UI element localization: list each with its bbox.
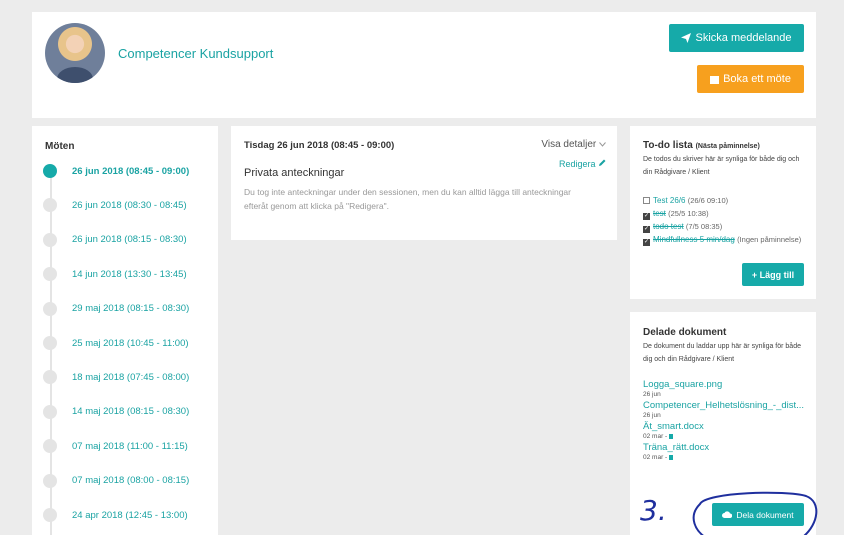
todo-description: De todos du skriver här är synliga för b… xyxy=(643,156,800,176)
chevron-down-icon xyxy=(599,142,606,147)
timeline-dot-icon xyxy=(43,164,57,178)
checkbox-checked-icon[interactable]: ✓ xyxy=(643,226,650,233)
meeting-item[interactable]: 25 maj 2018 (10:45 - 11:00) xyxy=(43,335,189,351)
document-link[interactable]: Logga_square.png xyxy=(643,379,811,390)
todo-text[interactable]: Mindfullness 5 min/dag xyxy=(653,235,735,244)
documents-list: Logga_square.png 26 jun Competencer_Helhet… xyxy=(643,379,811,463)
todo-item: ✓ test (25/5 10:38) xyxy=(643,207,811,220)
todo-reminder: (Ingen påminnelse) xyxy=(737,235,802,244)
notes-panel: Tisdag 26 jun 2018 (08:45 - 09:00) Visa … xyxy=(231,126,617,240)
meeting-item[interactable]: 26 jun 2018 (08:45 - 09:00) xyxy=(43,163,189,179)
meeting-item[interactable]: 29 maj 2018 (08:15 - 08:30) xyxy=(43,301,189,317)
docs-title: Delade dokument xyxy=(643,327,727,338)
cloud-upload-icon xyxy=(722,511,733,518)
timeline-dot-icon xyxy=(43,198,57,213)
checkbox-checked-icon[interactable]: ✓ xyxy=(643,213,650,220)
document-date-text: 26 jun xyxy=(643,412,661,419)
meeting-label: 24 apr 2018 (12:45 - 13:00) xyxy=(72,509,188,521)
timeline-dot-icon xyxy=(43,508,57,522)
document-date: 26 jun xyxy=(643,390,811,399)
meeting-label: 26 jun 2018 (08:15 - 08:30) xyxy=(72,234,187,246)
todo-text[interactable]: todo test xyxy=(653,222,684,231)
document-link[interactable]: Träna_rätt.docx xyxy=(643,442,811,453)
checkbox-checked-icon[interactable]: ✓ xyxy=(643,239,650,246)
checkbox-unchecked-icon[interactable] xyxy=(643,197,650,204)
private-notes-heading: Privata anteckningar xyxy=(244,167,345,179)
add-todo-button[interactable]: + Lägg till xyxy=(742,263,804,286)
edit-link[interactable]: Redigera xyxy=(559,159,606,169)
timeline-dot-icon xyxy=(43,301,57,316)
document-date-text: 02 mar - xyxy=(643,433,668,440)
profile-header: Competencer Kundsupport Skicka meddeland… xyxy=(32,12,816,118)
timeline-dot-icon xyxy=(43,232,57,247)
document-date: 02 mar - xyxy=(643,453,811,462)
document-date-text: 02 mar - xyxy=(643,454,668,461)
meeting-label: 07 maj 2018 (11:00 - 11:15) xyxy=(72,440,188,452)
todo-text[interactable]: Test 26/6 xyxy=(653,196,685,205)
book-meeting-label: Boka ett möte xyxy=(723,73,791,85)
meeting-label: 18 maj 2018 (07:45 - 08:00) xyxy=(72,371,190,383)
timeline-dot-icon xyxy=(43,370,57,385)
todo-item: ✓ todo test (7/5 08:35) xyxy=(643,220,811,233)
meeting-label: 07 maj 2018 (08:00 - 08:15) xyxy=(72,475,190,487)
meeting-item[interactable]: 14 jun 2018 (13:30 - 13:45) xyxy=(43,266,187,282)
meeting-item[interactable]: 26 jun 2018 (08:15 - 08:30) xyxy=(43,232,187,248)
document-date-text: 26 jun xyxy=(643,391,661,398)
notes-empty-text: Du tog inte anteckningar under den sessi… xyxy=(244,187,571,211)
meeting-label: 26 jun 2018 (08:45 - 09:00) xyxy=(72,165,190,177)
todo-subtitle: (Nästa påminnelse) xyxy=(695,143,760,150)
send-message-button[interactable]: Skicka meddelande xyxy=(669,24,804,52)
trash-icon[interactable] xyxy=(669,455,674,460)
session-date-title: Tisdag 26 jun 2018 (08:45 - 09:00) xyxy=(244,140,395,151)
todo-reminder: (26/6 09:10) xyxy=(687,196,729,205)
timeline-dot-icon xyxy=(43,404,57,419)
calendar-icon xyxy=(710,75,720,84)
edit-label: Redigera xyxy=(558,159,596,169)
todo-title-text: To-do lista xyxy=(643,140,693,151)
todo-item: ✓ Mindfullness 5 min/dag (Ingen påminnels… xyxy=(643,233,811,246)
send-message-label: Skicka meddelande xyxy=(695,32,792,44)
todo-item: Test 26/6 (26/6 09:10) xyxy=(643,194,811,207)
meeting-item[interactable]: 07 maj 2018 (08:00 - 08:15) xyxy=(43,473,189,489)
trash-icon[interactable] xyxy=(669,434,674,439)
paper-plane-icon xyxy=(681,33,692,43)
todo-reminder: (25/5 10:38) xyxy=(668,209,709,218)
meeting-item[interactable]: 18 maj 2018 (07:45 - 08:00) xyxy=(43,369,189,385)
book-meeting-button[interactable]: Boka ett möte xyxy=(697,65,804,93)
meeting-label: 14 maj 2018 (08:15 - 08:30) xyxy=(72,406,190,418)
show-details-label: Visa detaljer xyxy=(541,139,597,150)
todo-text[interactable]: test xyxy=(653,209,666,218)
share-document-button[interactable]: Dela dokument xyxy=(712,503,804,526)
avatar xyxy=(45,23,105,83)
document-date: 02 mar - xyxy=(643,432,811,441)
document-link[interactable]: Competencer_Helhetslösning_-_dist... xyxy=(643,400,811,411)
meeting-label: 26 jun 2018 (08:30 - 08:45) xyxy=(72,199,187,211)
meeting-label: 14 jun 2018 (13:30 - 13:45) xyxy=(72,268,187,280)
todo-panel: To-do lista (Nästa påminnelse) De todos … xyxy=(630,126,816,299)
document-date: 26 jun xyxy=(643,411,811,420)
meetings-title: Möten xyxy=(45,141,75,152)
todo-reminder: (7/5 08:35) xyxy=(685,222,723,231)
document-link[interactable]: Ät_smart.docx xyxy=(643,421,811,432)
org-name[interactable]: Competencer Kundsupport xyxy=(118,46,273,61)
docs-description: De dokument du laddar upp här är synliga… xyxy=(643,343,801,363)
pencil-icon xyxy=(599,159,606,166)
meeting-label: 25 maj 2018 (10:45 - 11:00) xyxy=(72,337,189,349)
todo-title: To-do lista (Nästa påminnelse) xyxy=(643,140,760,151)
meeting-item[interactable]: 07 maj 2018 (11:00 - 11:15) xyxy=(43,438,188,454)
shared-documents-panel: Delade dokument De dokument du laddar up… xyxy=(630,312,816,535)
meeting-label: 29 maj 2018 (08:15 - 08:30) xyxy=(72,303,190,315)
meeting-item[interactable]: 24 apr 2018 (12:45 - 13:00) xyxy=(43,507,188,523)
show-details-toggle[interactable]: Visa detaljer xyxy=(541,139,606,150)
todo-list: Test 26/6 (26/6 09:10) ✓ test (25/5 10:38)… xyxy=(643,194,811,246)
meeting-item[interactable]: 14 maj 2018 (08:15 - 08:30) xyxy=(43,404,189,420)
timeline-dot-icon xyxy=(43,336,57,350)
meeting-item[interactable]: 26 jun 2018 (08:30 - 08:45) xyxy=(43,197,187,213)
timeline-dot-icon xyxy=(43,473,57,488)
timeline-dot-icon xyxy=(43,267,57,282)
meetings-panel: Möten 26 jun 2018 (08:45 - 09:00) 26 jun … xyxy=(32,126,218,535)
share-document-label: Dela dokument xyxy=(736,509,794,520)
timeline-dot-icon xyxy=(43,439,57,454)
